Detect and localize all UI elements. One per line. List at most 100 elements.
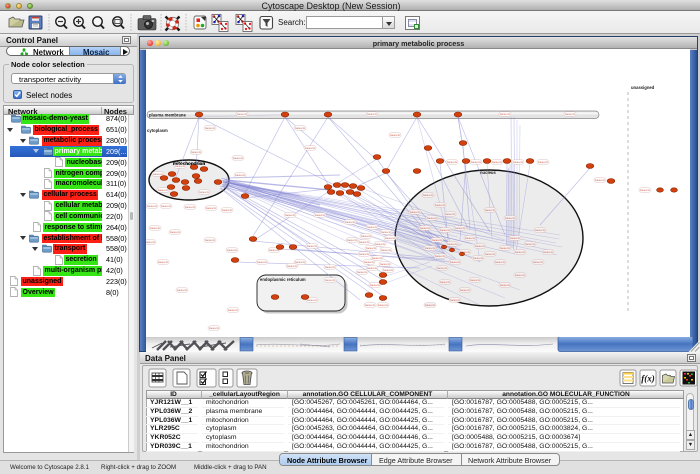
svg-text:Gene-nm: Gene-nm — [381, 249, 391, 252]
svg-text:Gene-nm: Gene-nm — [185, 206, 195, 209]
svg-text:Gene-nm: Gene-nm — [366, 247, 376, 250]
svg-text:Gene-nm: Gene-nm — [500, 113, 510, 116]
svg-text:Gene-nm: Gene-nm — [470, 279, 480, 282]
svg-text:Gene-nm: Gene-nm — [305, 147, 315, 150]
svg-text:Gene-nm: Gene-nm — [367, 267, 377, 270]
svg-text:Gene-nm: Gene-nm — [447, 161, 457, 164]
svg-text:Gene-nm: Gene-nm — [485, 209, 495, 212]
svg-text:Gene-nm: Gene-nm — [535, 229, 545, 232]
svg-text:Gene-nm: Gene-nm — [237, 113, 247, 116]
svg-text:Gene-nm: Gene-nm — [158, 261, 168, 264]
svg-text:Gene-nm: Gene-nm — [640, 189, 650, 192]
svg-text:Gene-nm: Gene-nm — [450, 299, 460, 302]
svg-text:cytoplasm: cytoplasm — [147, 128, 168, 133]
svg-text:Gene-nm: Gene-nm — [177, 289, 187, 292]
svg-text:Gene-nm: Gene-nm — [437, 267, 447, 270]
svg-text:Gene-nm: Gene-nm — [205, 239, 215, 242]
svg-text:Gene-nm: Gene-nm — [347, 239, 357, 242]
svg-text:Gene-nm: Gene-nm — [381, 231, 391, 234]
svg-text:Gene-nm: Gene-nm — [307, 245, 317, 248]
svg-text:Gene-nm: Gene-nm — [375, 243, 385, 246]
svg-text:Gene-nm: Gene-nm — [465, 237, 475, 240]
svg-text:Gene-nm: Gene-nm — [425, 304, 435, 307]
svg-text:Gene-nm: Gene-nm — [378, 304, 388, 307]
svg-text:Gene-nm: Gene-nm — [295, 127, 305, 130]
svg-text:Gene-nm: Gene-nm — [287, 265, 297, 268]
svg-text:Gene-nm: Gene-nm — [435, 204, 445, 207]
svg-text:Gene-nm: Gene-nm — [150, 227, 160, 230]
svg-text:Gene-nm: Gene-nm — [233, 157, 243, 160]
svg-text:Gene-nm: Gene-nm — [385, 237, 395, 240]
svg-text:Gene-nm: Gene-nm — [447, 243, 457, 246]
svg-text:Gene-nm: Gene-nm — [533, 261, 543, 264]
svg-text:Gene-nm: Gene-nm — [495, 261, 505, 264]
svg-text:Gene-nm: Gene-nm — [370, 284, 380, 287]
svg-text:f(x): f(x) — [641, 374, 655, 384]
svg-text:plasma membrane: plasma membrane — [149, 113, 186, 118]
svg-text:Gene-nm: Gene-nm — [257, 261, 267, 264]
svg-text:Gene-nm: Gene-nm — [227, 249, 237, 252]
svg-text:Gene-nm: Gene-nm — [510, 237, 520, 240]
svg-text:Gene-nm: Gene-nm — [440, 281, 450, 284]
svg-text:Gene-nm: Gene-nm — [432, 239, 442, 242]
svg-text:Gene-nm: Gene-nm — [460, 289, 470, 292]
svg-text:Gene-nm: Gene-nm — [205, 127, 215, 130]
svg-text:Gene-nm: Gene-nm — [315, 214, 325, 217]
svg-text:Gene-nm: Gene-nm — [492, 161, 502, 164]
svg-text:Gene-nm: Gene-nm — [445, 213, 455, 216]
svg-text:Gene-nm: Gene-nm — [364, 261, 374, 264]
svg-text:Gene-nm: Gene-nm — [222, 209, 232, 212]
svg-text:Gene-nm: Gene-nm — [325, 279, 335, 282]
svg-text:Gene-nm: Gene-nm — [307, 299, 317, 302]
svg-text:Gene-nm: Gene-nm — [235, 174, 245, 177]
svg-text:Gene-nm: Gene-nm — [170, 231, 180, 234]
svg-text:Gene-nm: Gene-nm — [365, 304, 375, 307]
svg-text:Gene-nm: Gene-nm — [425, 247, 435, 250]
svg-text:Gene-nm: Gene-nm — [367, 226, 377, 229]
svg-text:Gene-nm: Gene-nm — [191, 151, 201, 154]
svg-text:Gene-nm: Gene-nm — [325, 266, 335, 269]
svg-text:Gene-nm: Gene-nm — [269, 249, 279, 252]
svg-text:nucleus: nucleus — [480, 170, 496, 175]
svg-text:Gene-nm: Gene-nm — [420, 227, 430, 230]
svg-text:Gene-nm: Gene-nm — [435, 255, 445, 258]
svg-text:Gene-nm: Gene-nm — [473, 257, 483, 260]
svg-text:Gene-nm: Gene-nm — [423, 194, 433, 197]
svg-text:Gene-nm: Gene-nm — [515, 274, 525, 277]
svg-text:Gene-nm: Gene-nm — [525, 243, 535, 246]
svg-text:Gene-nm: Gene-nm — [485, 253, 495, 256]
svg-text:Gene-nm: Gene-nm — [383, 269, 393, 272]
svg-text:Gene-nm: Gene-nm — [380, 263, 390, 266]
svg-text:unassigned: unassigned — [631, 85, 655, 90]
svg-text:Gene-nm: Gene-nm — [357, 271, 367, 274]
svg-text:endoplasmic reticulum: endoplasmic reticulum — [260, 277, 306, 282]
svg-text:Gene-nm: Gene-nm — [595, 179, 605, 182]
svg-text:Gene-nm: Gene-nm — [427, 217, 437, 220]
svg-text:Gene-nm: Gene-nm — [515, 251, 525, 254]
svg-text:Gene-nm: Gene-nm — [361, 235, 371, 238]
svg-text:Gene-nm: Gene-nm — [147, 205, 157, 208]
svg-text:Gene-nm: Gene-nm — [359, 253, 369, 256]
svg-text:Gene-nm: Gene-nm — [475, 245, 485, 248]
svg-text:Gene-nm: Gene-nm — [500, 247, 510, 250]
svg-text:Gene-nm: Gene-nm — [538, 161, 548, 164]
svg-text:Gene-nm: Gene-nm — [500, 284, 510, 287]
svg-text:Gene-nm: Gene-nm — [471, 161, 481, 164]
svg-text:Gene-nm: Gene-nm — [161, 205, 171, 208]
svg-text:Gene-nm: Gene-nm — [410, 211, 420, 214]
svg-text:Gene-nm: Gene-nm — [565, 113, 575, 116]
svg-text:Gene-nm: Gene-nm — [390, 134, 400, 137]
svg-text:Gene-nm: Gene-nm — [146, 241, 155, 244]
svg-text:Gene-nm: Gene-nm — [359, 241, 369, 244]
svg-text:Gene-nm: Gene-nm — [228, 309, 238, 312]
svg-text:Gene-nm: Gene-nm — [199, 191, 209, 194]
svg-text:Gene-nm: Gene-nm — [440, 229, 450, 232]
svg-text:Gene-nm: Gene-nm — [505, 217, 515, 220]
svg-text:Gene-nm: Gene-nm — [455, 227, 465, 230]
svg-text:Gene-nm: Gene-nm — [450, 261, 460, 264]
svg-text:Gene-nm: Gene-nm — [513, 161, 523, 164]
svg-text:mitochondrion: mitochondrion — [173, 161, 205, 166]
svg-text:Gene-nm: Gene-nm — [158, 189, 168, 192]
svg-text:Gene-nm: Gene-nm — [209, 327, 219, 330]
svg-text:Gene-nm: Gene-nm — [345, 221, 355, 224]
